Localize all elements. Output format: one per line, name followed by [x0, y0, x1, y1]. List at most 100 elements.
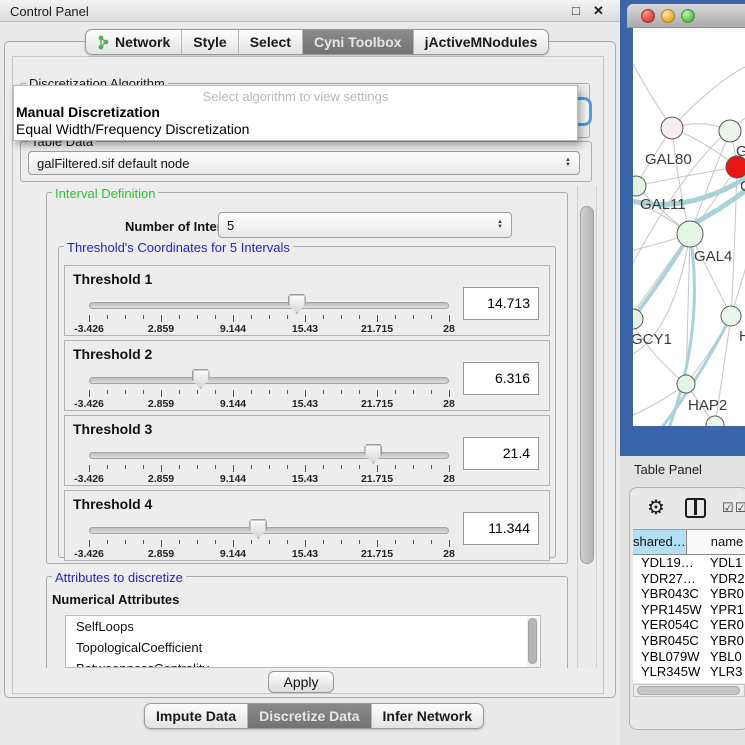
- table-row[interactable]: YDR27…YDR2: [633, 571, 745, 587]
- slider-tick: [413, 315, 414, 319]
- horizontal-scrollbar[interactable]: [633, 684, 745, 697]
- table-row[interactable]: YLR345WYLR3: [633, 664, 745, 680]
- cell-name[interactable]: YPR1: [704, 602, 745, 618]
- list-scrollbar[interactable]: [527, 618, 538, 667]
- network-node[interactable]: [677, 221, 703, 247]
- cell-name[interactable]: YIL0: [704, 680, 745, 682]
- column-header-shared-name[interactable]: shared…: [633, 530, 687, 554]
- table-data-combobox[interactable]: galFiltered.sif default node ▲▼: [28, 151, 580, 175]
- algorithm-option-equal-width[interactable]: Equal Width/Frequency Discretization: [14, 121, 577, 138]
- cell-name[interactable]: YBL0: [704, 649, 745, 665]
- slider-track[interactable]: [89, 377, 449, 384]
- cell-name[interactable]: YBR0: [704, 633, 745, 649]
- cell-name[interactable]: YLR3: [704, 664, 745, 680]
- network-window-titlebar[interactable]: [627, 4, 745, 28]
- table-row[interactable]: YIL052CYIL0: [633, 680, 745, 682]
- threshold-value-field[interactable]: 14.713: [463, 287, 539, 320]
- cell-shared-name[interactable]: YLR345W: [633, 664, 704, 680]
- tab-discretize-data[interactable]: Discretize Data: [248, 704, 371, 728]
- slider-track[interactable]: [89, 302, 449, 309]
- zoom-traffic-icon[interactable]: [681, 9, 695, 23]
- slider-tick-label: 28: [443, 548, 455, 560]
- network-node[interactable]: [726, 156, 745, 178]
- threshold-value-field[interactable]: 6.316: [463, 362, 539, 395]
- cell-shared-name[interactable]: YER054C: [633, 617, 704, 633]
- algorithm-option-manual[interactable]: Manual Discretization: [14, 104, 577, 121]
- column-header-name[interactable]: name: [687, 530, 745, 554]
- apply-button[interactable]: Apply: [268, 671, 334, 693]
- table-row[interactable]: YBR043CYBR0: [633, 586, 745, 602]
- cell-shared-name[interactable]: YPR145W: [633, 602, 704, 618]
- threshold-value-field[interactable]: 11.344: [463, 512, 539, 545]
- vertical-scrollbar[interactable]: [577, 186, 597, 668]
- numerical-attributes-list[interactable]: SelfLoopsTopologicalCoefficientBetweenne…: [65, 615, 541, 668]
- slider-knob[interactable]: [192, 369, 210, 389]
- list-scrollbar-thumb[interactable]: [528, 618, 537, 664]
- threshold-value-field[interactable]: 21.4: [463, 437, 539, 470]
- table-row[interactable]: YBR045CYBR0: [633, 633, 745, 649]
- slider-tick: [161, 465, 162, 472]
- attribute-list-item[interactable]: BetweennessCentrality: [66, 658, 540, 668]
- network-node[interactable]: [677, 375, 695, 393]
- network-edge[interactable]: [633, 56, 672, 128]
- table-row[interactable]: YPR145WYPR1: [633, 602, 745, 618]
- network-edge[interactable]: [633, 319, 686, 384]
- slider-track[interactable]: [89, 527, 449, 534]
- slider-tick: [431, 465, 432, 469]
- cell-shared-name[interactable]: YBR045C: [633, 633, 704, 649]
- network-edge[interactable]: [672, 66, 745, 128]
- slider-track[interactable]: [89, 452, 449, 459]
- attribute-list-item[interactable]: SelfLoops: [66, 616, 540, 637]
- cell-shared-name[interactable]: YDR27…: [633, 571, 704, 587]
- tab-jactivemnodules[interactable]: jActiveMNodules: [414, 30, 549, 54]
- tab-network[interactable]: Network: [86, 30, 182, 54]
- checkbox-icon[interactable]: ☑: [735, 500, 745, 516]
- cell-name[interactable]: YER0: [704, 617, 745, 633]
- slider-knob[interactable]: [364, 444, 382, 464]
- tab-impute-data[interactable]: Impute Data: [145, 704, 248, 728]
- cell-shared-name[interactable]: YBL079W: [633, 649, 704, 665]
- slider-knob[interactable]: [288, 294, 306, 314]
- slider-tick-label: -3.426: [74, 548, 104, 560]
- tab-cyni-toolbox[interactable]: Cyni Toolbox: [303, 30, 414, 54]
- cell-shared-name[interactable]: YDL19…: [633, 555, 704, 571]
- close-traffic-icon[interactable]: [641, 9, 655, 23]
- network-edge[interactable]: [690, 131, 730, 234]
- split-columns-icon[interactable]: [685, 498, 706, 518]
- table-rows: YDL19…YDL1YDR27…YDR2YBR043CYBR0YPR145WYP…: [633, 555, 745, 682]
- cell-shared-name[interactable]: YIL052C: [633, 680, 704, 682]
- slider-tick: [359, 540, 360, 544]
- tab-infer-network[interactable]: Infer Network: [372, 704, 483, 728]
- number-of-intervals-combobox[interactable]: 5 ▲▼: [218, 212, 512, 238]
- minimize-traffic-icon[interactable]: [661, 9, 675, 23]
- float-window-icon[interactable]: □: [572, 3, 580, 18]
- vertical-scrollbar-thumb[interactable]: [580, 206, 594, 564]
- network-node[interactable]: [633, 176, 646, 196]
- cell-name[interactable]: YBR0: [704, 586, 745, 602]
- table-row[interactable]: YER054CYER0: [633, 617, 745, 633]
- tab-select[interactable]: Select: [239, 30, 303, 54]
- tab-style[interactable]: Style: [182, 30, 238, 54]
- network-edge[interactable]: [690, 234, 731, 316]
- network-node[interactable]: [633, 309, 643, 329]
- network-node[interactable]: [661, 117, 683, 139]
- cell-name[interactable]: YDR2: [704, 571, 745, 587]
- horizontal-scrollbar-thumb[interactable]: [637, 686, 740, 695]
- network-node[interactable]: [719, 120, 741, 142]
- network-edge[interactable]: [672, 128, 690, 234]
- slider-tick-label: 9.144: [220, 473, 246, 485]
- attribute-list-item[interactable]: TopologicalCoefficient: [66, 637, 540, 658]
- checkbox-icon[interactable]: ☑: [722, 500, 734, 516]
- network-edge[interactable]: [731, 167, 737, 316]
- cell-name[interactable]: YDL1: [704, 555, 745, 571]
- algorithm-hint-item[interactable]: Select algorithm to view settings: [14, 86, 577, 104]
- network-node[interactable]: [721, 306, 741, 326]
- cell-shared-name[interactable]: YBR043C: [633, 586, 704, 602]
- table-row[interactable]: YDL19…YDL1: [633, 555, 745, 571]
- network-node[interactable]: [706, 416, 724, 426]
- network-canvas[interactable]: GAL80GCGAL11GAL4GCY1HHAP2: [633, 28, 745, 426]
- close-icon[interactable]: ✕: [593, 3, 604, 19]
- slider-knob[interactable]: [249, 519, 267, 539]
- table-row[interactable]: YBL079WYBL0: [633, 649, 745, 665]
- gear-icon[interactable]: ⚙: [647, 495, 665, 520]
